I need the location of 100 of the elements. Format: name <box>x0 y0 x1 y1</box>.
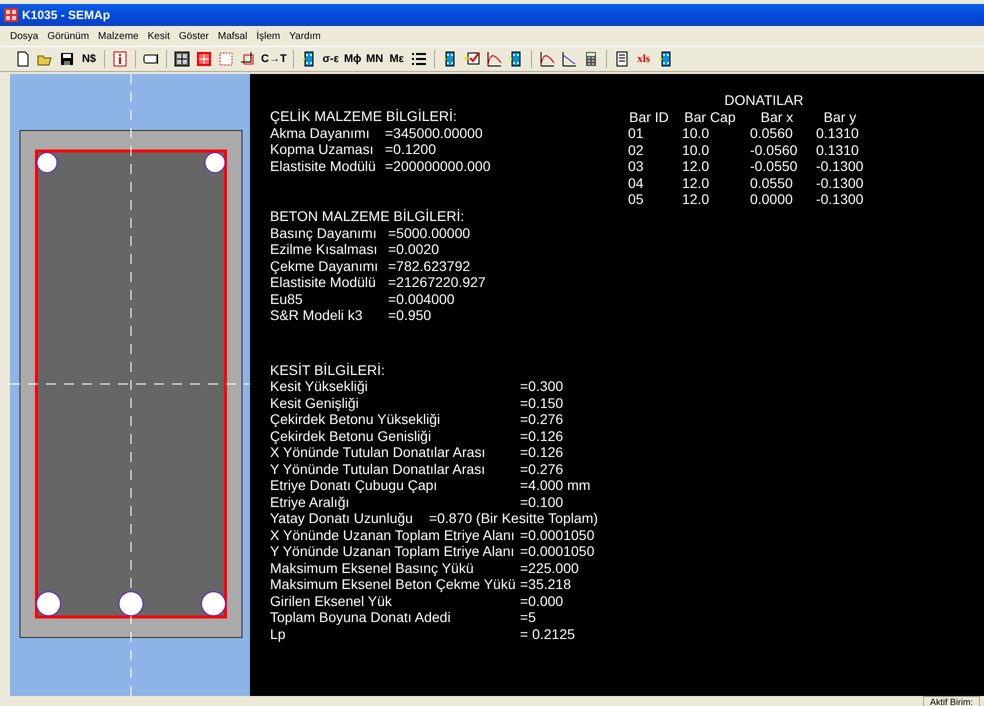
property-label: Maksimum Eksenel Basınç Yükü <box>270 560 475 576</box>
property-label: Etriye Aralığı <box>270 494 350 510</box>
toolbar-button[interactable]: xls <box>634 49 653 69</box>
property-label: Çekirdek Betonu Yüksekliği <box>270 411 442 428</box>
property-label: Maksimum Eksenel Beton Çekme Yükü <box>270 576 517 592</box>
property-label: Girilen Eksenel Yük <box>270 592 393 609</box>
table-cell-text: 10.0 <box>680 142 710 158</box>
rebar-circle <box>201 591 226 616</box>
rebar-circle <box>118 591 144 616</box>
column-header: Bar Cap <box>683 108 737 125</box>
property-value: =0.000 <box>520 592 564 609</box>
property-label: Kopma Uzaması <box>270 141 374 158</box>
property-value: = 0.2125 <box>520 626 576 642</box>
property-label: Akma Dayanımı <box>270 124 371 141</box>
menu-item[interactable]: Yardım <box>289 30 321 42</box>
table-cell-text: 0.1310 <box>814 125 860 142</box>
property-label: Eu85 <box>270 290 304 307</box>
property-value: =0.950 <box>388 307 432 324</box>
property-label: Kesit Yüksekliği <box>270 378 369 394</box>
table-cell-text: 01 <box>626 125 645 142</box>
property-value: =345000.00000 <box>385 124 484 141</box>
property-value: =0.126 <box>520 444 564 460</box>
property-value: =0.150 <box>520 394 564 411</box>
table-cell-text: 05 <box>626 191 645 208</box>
property-value: =0.126 <box>520 428 564 444</box>
table-cell-text: -0.1300 <box>814 191 864 208</box>
property-value: =0.100 <box>520 494 564 510</box>
window-title: K1035 - SEMAp <box>22 8 110 22</box>
table-cell-text: 0.0560 <box>748 125 794 142</box>
property-label: Yatay Donatı Uzunluğu <box>270 510 413 526</box>
table-cell-text: -0.0550 <box>748 158 798 174</box>
column-header: Bar x <box>760 108 794 125</box>
section-heading: KESİT BİLGİLERİ: <box>270 362 386 378</box>
menu-item[interactable]: Görünüm <box>47 30 90 42</box>
property-label: Etriye Donatı Çubugu Çapı <box>270 477 438 494</box>
property-value: =0.276 <box>520 411 564 428</box>
menu-item[interactable]: Göster <box>178 30 209 42</box>
triangle-chart-icon[interactable] <box>560 49 578 69</box>
toolbar-button[interactable]: Mϕ <box>344 49 362 69</box>
property-label: Y Yönünde Tutulan Donatılar Arası <box>270 460 486 477</box>
menu-item[interactable]: Kesit <box>148 30 170 42</box>
table-cell-text: -0.1300 <box>814 158 864 174</box>
curve-chart-icon[interactable] <box>484 49 503 69</box>
property-value: =0.004000 <box>388 290 456 307</box>
property-label: Elastisite Modülü <box>270 158 377 174</box>
toolbar-button[interactable]: C→T <box>261 49 287 69</box>
property-value: =0.0020 <box>388 241 440 258</box>
property-value: =0.300 <box>520 378 564 394</box>
table-cell-text: 04 <box>626 174 645 191</box>
property-label: Basınç Dayanımı <box>270 224 378 241</box>
table-title: DONATILAR <box>723 92 804 108</box>
property-value: =5000.00000 <box>388 224 472 241</box>
section-heading: ÇELİK MALZEME BİLGİLERİ: <box>270 108 458 124</box>
toolbar-button[interactable]: Mε <box>388 49 406 69</box>
menu-item[interactable]: Dosya <box>10 30 38 42</box>
property-value: =0.0001050 <box>520 543 596 560</box>
menu-item[interactable]: Mafsal <box>218 30 248 42</box>
property-value: =5 <box>520 609 537 626</box>
rebar-circle <box>36 152 58 174</box>
table-cell-text: 10.0 <box>680 125 710 142</box>
property-label: Lp <box>270 626 287 642</box>
property-label: X Yönünde Uzanan Toplam Etriye Alanı <box>270 526 516 543</box>
table-cell-text: -0.0560 <box>748 142 798 158</box>
status-text: Aktif Birim: <box>922 696 980 706</box>
toolbar-button[interactable]: σ-ε <box>322 49 340 69</box>
rebar-circle <box>204 152 226 174</box>
property-value: =0.0001050 <box>520 526 596 543</box>
property-value: =21267220.927 <box>388 274 487 290</box>
property-value: =225.000 <box>520 560 580 576</box>
menu-item[interactable]: Malzeme <box>98 30 139 42</box>
toolbar-button[interactable]: MN <box>366 49 384 69</box>
property-value: =782.623792 <box>388 258 472 274</box>
table-cell-text: 12.0 <box>680 191 710 208</box>
property-label: Y Yönünde Uzanan Toplam Etriye Alanı <box>270 543 516 560</box>
table-cell-text: -0.1300 <box>814 174 864 191</box>
table-cell-text: 12.0 <box>680 174 710 191</box>
property-label: Kesit Genişliği <box>270 394 360 411</box>
info-icon[interactable] <box>111 49 129 69</box>
toolbar-button[interactable]: N$ <box>80 49 98 69</box>
column-header: Bar y <box>822 108 858 125</box>
column-header: Bar ID <box>628 108 670 125</box>
property-label: S&R Modeli k3 <box>270 307 364 324</box>
table-cell-text: 02 <box>626 142 645 158</box>
grid-icon[interactable] <box>173 49 191 69</box>
property-value: =0.276 <box>520 460 564 477</box>
rebar-circle <box>36 591 61 616</box>
property-label: X Yönünde Tutulan Donatılar Arası <box>270 444 486 460</box>
table-cell-text: 12.0 <box>680 158 710 174</box>
property-value: =200000000.000 <box>385 158 492 174</box>
property-label: Ezilme Kısalması <box>270 241 378 258</box>
property-value: =0.1200 <box>385 141 437 158</box>
property-label: Çekirdek Betonu Genisliği <box>270 428 432 444</box>
property-value: =0.870 (Bir Kesitte Toplam) <box>428 510 598 526</box>
menu-item[interactable]: İşlem <box>256 30 280 42</box>
section-heading: BETON MALZEME BİLGİLERİ: <box>270 208 466 224</box>
property-label: Çekme Dayanımı <box>270 258 380 274</box>
table-cell-text: 0.0000 <box>748 191 794 208</box>
app-icon <box>4 8 18 22</box>
property-value: =35.218 <box>520 576 572 592</box>
curve-chart-icon[interactable] <box>538 49 556 69</box>
